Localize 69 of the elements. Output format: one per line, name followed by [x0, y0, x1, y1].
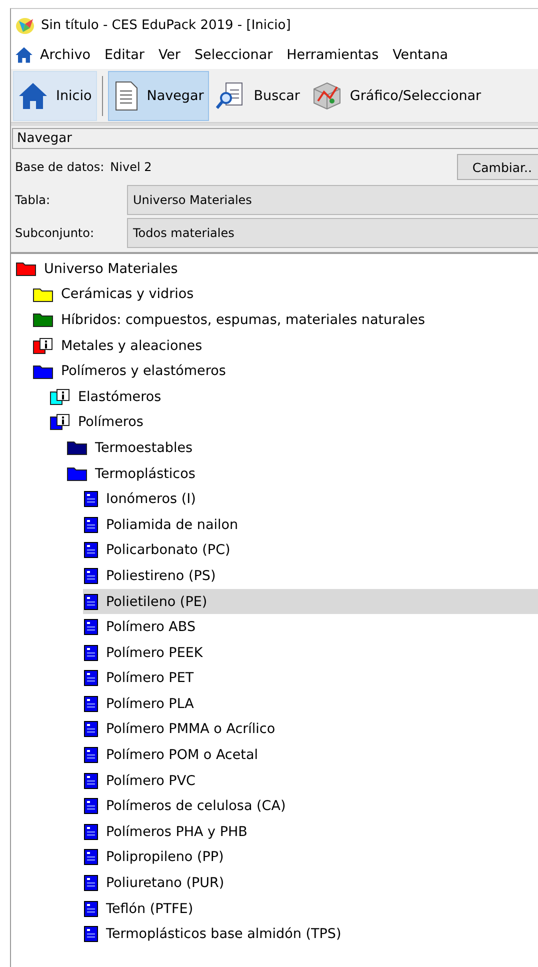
window-title: Sin título - CES EduPack 2019 - [Inicio]	[41, 18, 291, 32]
record-icon	[84, 516, 98, 533]
field-label: Tabla:	[14, 193, 52, 207]
menu-item[interactable]: Seleccionar	[187, 47, 280, 63]
tree-item[interactable]: Policarbonato (PC)	[83, 538, 538, 564]
tree-item[interactable]: Polímero PLA	[83, 691, 538, 717]
home-icon	[18, 80, 48, 110]
tree-item[interactable]: Cerámicas y vidrios	[32, 282, 538, 308]
table-field[interactable]: Universo Materiales	[127, 185, 538, 215]
record-icon	[84, 644, 98, 661]
tree-item[interactable]: Polímero PET	[83, 666, 538, 692]
tree-item[interactable]: Teflón (PTFE)	[83, 896, 538, 922]
record-icon	[84, 824, 98, 840]
tree-item[interactable]: Metales y aleaciones	[32, 332, 538, 358]
tree-item[interactable]: Poliamida de nailon	[83, 512, 538, 538]
record-icon	[84, 900, 98, 917]
record-icon	[84, 875, 98, 892]
tree-item[interactable]: Poliestireno (PS)	[83, 563, 538, 589]
tree-item[interactable]: Polímeros	[49, 410, 538, 436]
tree-item[interactable]: Polímeros de celulosa (CA)	[83, 793, 538, 820]
record-icon	[84, 594, 98, 610]
tree-item[interactable]: Termoplásticos	[66, 460, 538, 486]
toolbar-button[interactable]: Gráfico/Seleccionar	[306, 70, 486, 120]
menu-item[interactable]: Editar	[97, 47, 152, 63]
record-icon	[84, 696, 98, 712]
tree-item[interactable]: Polietileno (PE)	[83, 588, 538, 614]
cube-icon	[312, 80, 342, 110]
tree-item[interactable]: Polímeros y elastómeros	[32, 358, 538, 384]
tree-item[interactable]: Elastómeros	[49, 384, 538, 410]
tree-item[interactable]: Híbridos: compuestos, espumas, materiales naturales	[32, 307, 538, 333]
tree-item[interactable]: Universo Materiales	[15, 256, 538, 282]
record-icon	[84, 491, 98, 508]
record-icon	[84, 670, 98, 686]
record-icon	[84, 619, 98, 636]
toolbar-button[interactable]: Navegar	[108, 70, 209, 120]
menu-item[interactable]: Ver	[151, 47, 188, 63]
home-icon[interactable]	[15, 46, 33, 64]
menu-item[interactable]: Herramientas	[280, 47, 386, 63]
tree-item[interactable]: Polímero PMMA o Acrílico	[83, 716, 538, 742]
record-icon	[84, 542, 98, 558]
document-icon	[112, 80, 139, 110]
record-icon	[84, 926, 98, 942]
record-icon	[84, 849, 98, 866]
toolbar-button[interactable]: Inicio	[13, 70, 97, 120]
tree-item[interactable]: Ionómeros (I)	[83, 486, 538, 512]
field-label: Subconjunto:	[14, 226, 96, 240]
tree-item[interactable]: Polímeros PHA y PHB	[83, 819, 538, 845]
record-icon	[84, 772, 98, 789]
record-icon	[84, 721, 98, 738]
field-label: Base de datos:	[14, 160, 106, 174]
tree-item[interactable]: Polímero PEEK	[83, 640, 538, 666]
app-logo-icon	[15, 15, 35, 35]
tree-item[interactable]: Polímero PVC	[83, 768, 538, 794]
change-button[interactable]: Cambiar..	[457, 154, 538, 180]
toolbar-button[interactable]: Buscar	[210, 70, 305, 120]
panel-title: Navegar	[12, 128, 538, 149]
record-icon	[84, 747, 98, 764]
tree-item[interactable]: Polímero POM o Acetal	[83, 742, 538, 768]
tree-item[interactable]: Polímero ABS	[83, 614, 538, 640]
menu-item[interactable]: Archivo	[33, 47, 98, 63]
tree-item[interactable]: Termoestables	[66, 435, 538, 461]
tree-item[interactable]: Polipropileno (PP)	[83, 844, 538, 870]
menu-item[interactable]: Ventana	[386, 47, 456, 63]
database-value: Nivel 2	[110, 160, 152, 174]
subset-field[interactable]: Todos materiales	[127, 218, 538, 248]
record-icon	[84, 798, 98, 814]
record-icon	[84, 568, 98, 584]
tree-item[interactable]: Poliuretano (PUR)	[83, 870, 538, 896]
tree-item[interactable]: Termoplásticos base almidón (TPS)	[83, 921, 538, 948]
